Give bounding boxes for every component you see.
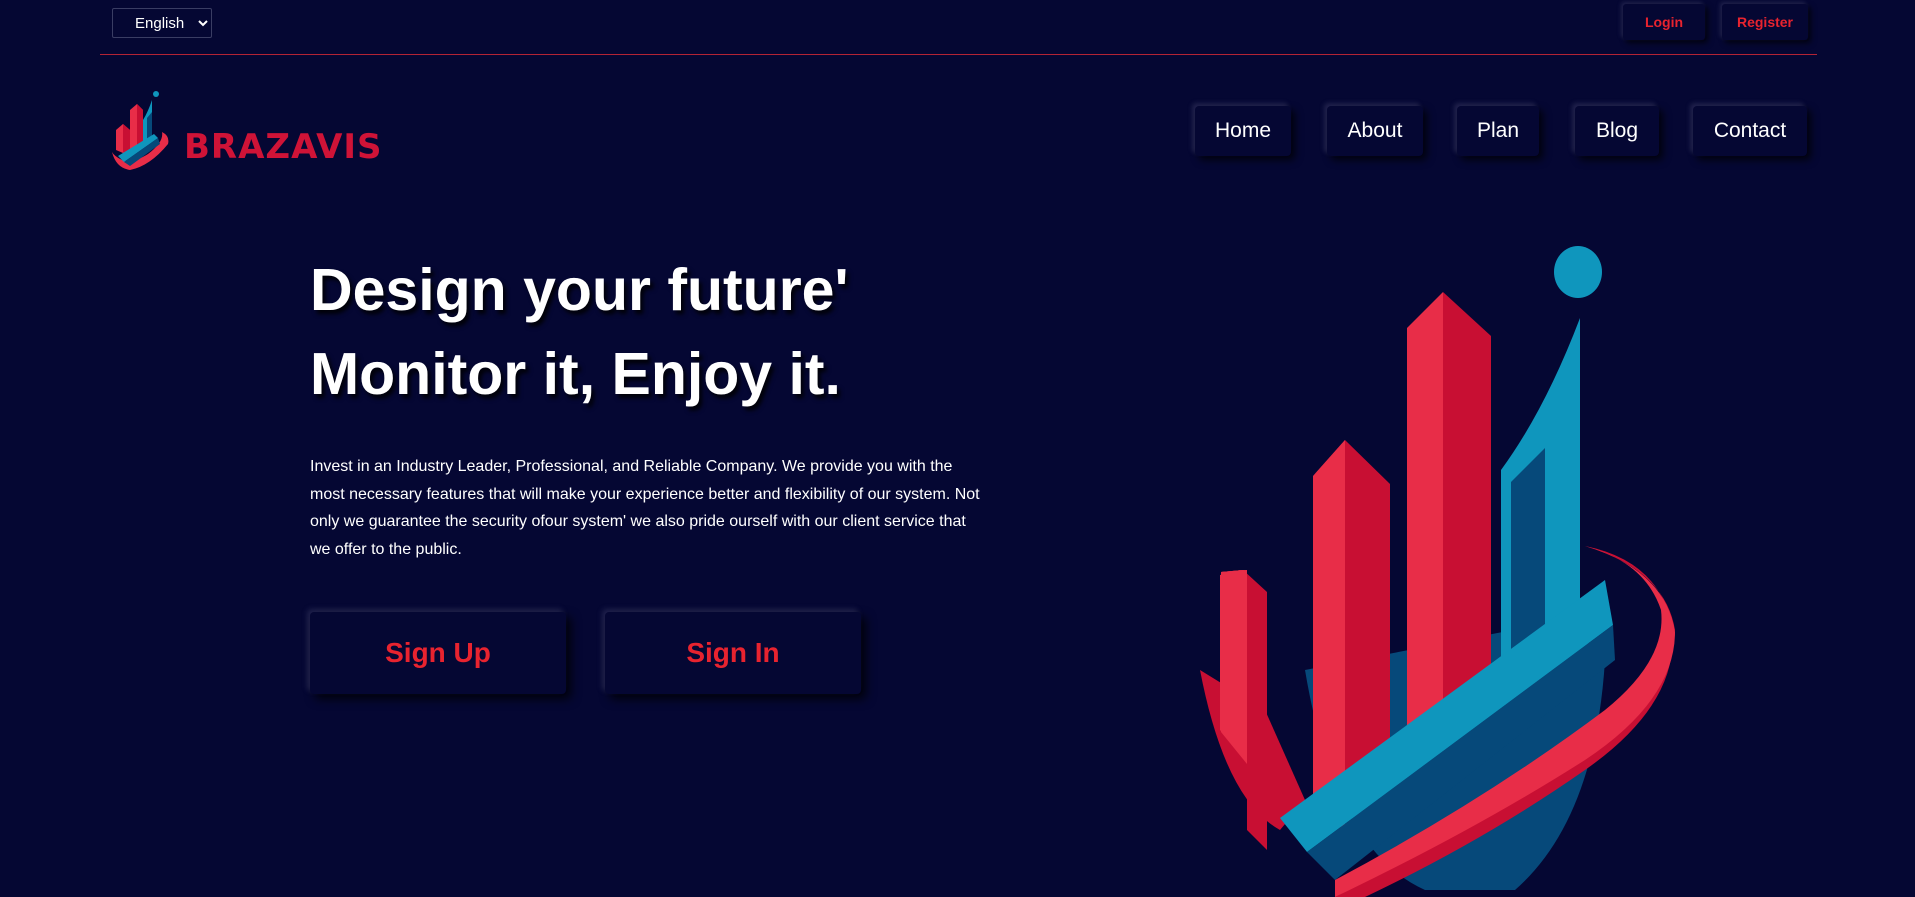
nav-contact[interactable]: Contact [1693, 106, 1807, 156]
nav-about[interactable]: About [1327, 106, 1423, 156]
sign-up-button[interactable]: Sign Up [310, 612, 566, 694]
top-divider [100, 54, 1817, 55]
sign-in-button[interactable]: Sign In [605, 612, 861, 694]
brand-logo[interactable]: BRAZAVIS [110, 90, 383, 174]
hero-headline: Design your future' Monitor it, Enjoy it… [310, 248, 1110, 416]
hero-description: Invest in an Industry Leader, Profession… [310, 458, 980, 558]
hero-headline-line1: Design your future' [310, 257, 849, 323]
top-bar: English Login Register [0, 0, 1915, 55]
nav-home[interactable]: Home [1195, 106, 1291, 156]
hero-bar-chart-graphic [1200, 246, 1675, 897]
login-button[interactable]: Login [1623, 4, 1705, 40]
brazavis-logo-icon [112, 91, 169, 170]
hero-headline-line2: Monitor it, Enjoy it. [310, 341, 841, 407]
register-button[interactable]: Register [1722, 4, 1808, 40]
nav-blog[interactable]: Blog [1575, 106, 1659, 156]
brand-name: BRAZAVIS [184, 127, 383, 167]
language-select[interactable]: English [112, 8, 212, 38]
nav-plan[interactable]: Plan [1457, 106, 1539, 156]
